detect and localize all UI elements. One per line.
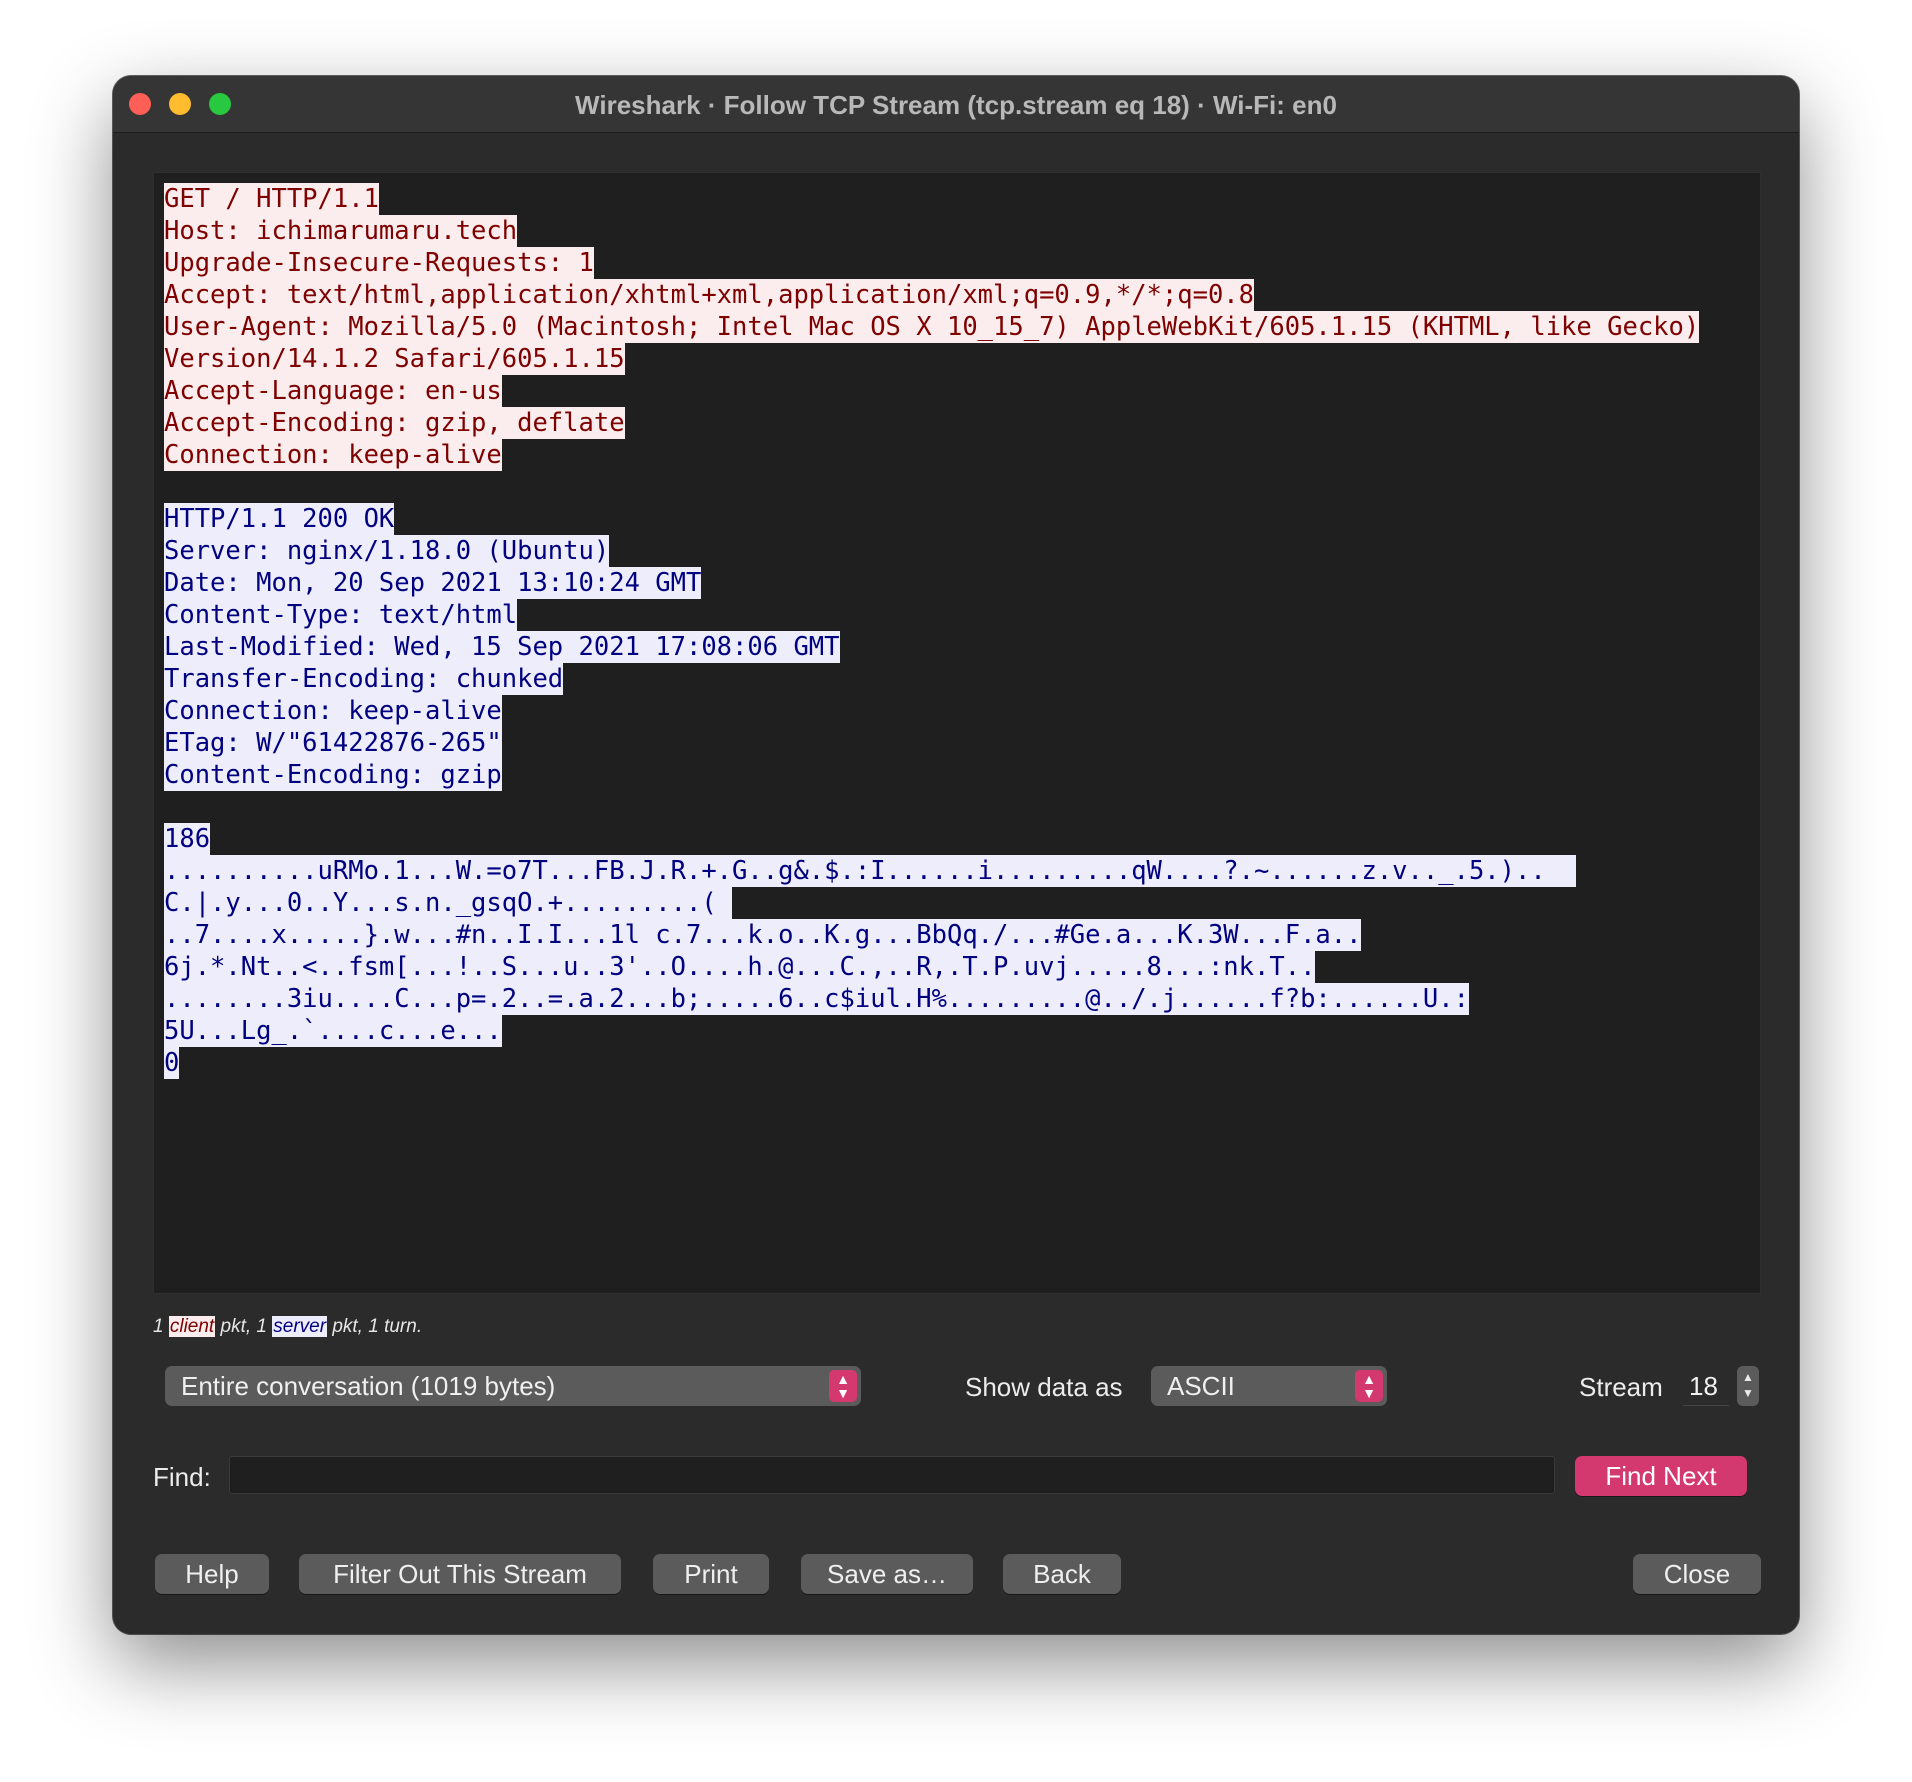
- server-line-text: Date: Mon, 20 Sep 2021 13:10:24 GMT: [164, 567, 702, 599]
- help-button[interactable]: Help: [155, 1554, 269, 1594]
- filter-out-stream-button[interactable]: Filter Out This Stream: [299, 1554, 621, 1594]
- conversation-select-value: Entire conversation (1019 bytes): [181, 1371, 556, 1401]
- client-line: Upgrade-Insecure-Requests: 1: [164, 247, 1760, 279]
- server-line-text: ........3iu....C...p=.2..=.a.2...b;.....…: [164, 983, 1469, 1015]
- stream-content-view[interactable]: GET / HTTP/1.1 Host: ichimarumaru.tech Upg…: [153, 172, 1761, 1294]
- client-line: Accept-Language: en-us: [164, 375, 1760, 407]
- client-line-text: GET / HTTP/1.1: [164, 183, 379, 215]
- server-line-text: Content-Type: text/html: [164, 599, 518, 631]
- stepper-arrows-icon[interactable]: ▲ ▼: [1737, 1366, 1759, 1406]
- stream-stats: 1 client pkt, 1 server pkt, 1 turn.: [153, 1316, 422, 1338]
- stream-number-value[interactable]: 18: [1683, 1366, 1729, 1406]
- window-title: Wireshark · Follow TCP Stream (tcp.strea…: [575, 90, 1337, 120]
- server-line: 0: [164, 1047, 1760, 1079]
- server-line: HTTP/1.1 200 OK: [164, 503, 1760, 535]
- client-line-text: Accept: text/html,application/xhtml+xml,…: [164, 279, 1255, 311]
- server-line: ........3iu....C...p=.2..=.a.2...b;.....…: [164, 983, 1760, 1015]
- server-line-text: 5U...Lg_.`....c...e...: [164, 1015, 502, 1047]
- stream-number-stepper[interactable]: 18 ▲ ▼: [1683, 1366, 1763, 1406]
- save-as-button[interactable]: Save as…: [801, 1554, 973, 1594]
- server-line-text: HTTP/1.1 200 OK: [164, 503, 395, 535]
- server-line-text: ..7....x.....}.w...#n..I.I...1l c.7...k.…: [164, 919, 1362, 951]
- server-line-text: Content-Encoding: gzip: [164, 759, 502, 791]
- data-format-value: ASCII: [1167, 1371, 1235, 1401]
- server-line: C.|.y...0..Y...s.n._gsqO.+.........(: [164, 887, 1760, 919]
- client-line: Connection: keep-alive: [164, 439, 1760, 471]
- server-line: Last-Modified: Wed, 15 Sep 2021 17:08:06…: [164, 631, 1760, 663]
- server-line: Date: Mon, 20 Sep 2021 13:10:24 GMT: [164, 567, 1760, 599]
- find-next-button[interactable]: Find Next: [1575, 1456, 1747, 1496]
- server-line: ..7....x.....}.w...#n..I.I...1l c.7...k.…: [164, 919, 1760, 951]
- server-line: Connection: keep-alive: [164, 695, 1760, 727]
- client-line-text: Accept-Language: en-us: [164, 375, 502, 407]
- server-line-text: Connection: keep-alive: [164, 695, 502, 727]
- stats-prefix: 1: [153, 1316, 169, 1337]
- title-bar: Wireshark · Follow TCP Stream (tcp.strea…: [113, 76, 1799, 133]
- client-line: Accept: text/html,application/xhtml+xml,…: [164, 279, 1760, 311]
- client-line-text: Host: ichimarumaru.tech: [164, 215, 518, 247]
- client-line-text: Connection: keep-alive: [164, 439, 502, 471]
- server-line: Content-Type: text/html: [164, 599, 1760, 631]
- server-line: 186: [164, 823, 1760, 855]
- close-button[interactable]: Close: [1633, 1554, 1761, 1594]
- follow-stream-window: Wireshark · Follow TCP Stream (tcp.strea…: [113, 76, 1799, 1634]
- server-line-text: Last-Modified: Wed, 15 Sep 2021 17:08:06…: [164, 631, 840, 663]
- find-label: Find:: [153, 1462, 211, 1492]
- server-line-text: ETag: W/"61422876-265": [164, 727, 502, 759]
- chevron-updown-icon: ▲ ▼: [1355, 1370, 1383, 1402]
- server-line-text: 6j.*.Nt..<..fsm[...!..S...u..3'..O....h.…: [164, 951, 1316, 983]
- server-line-text: Transfer-Encoding: chunked: [164, 663, 564, 695]
- client-line-text: Upgrade-Insecure-Requests: 1: [164, 247, 594, 279]
- client-line: Version/14.1.2 Safari/605.1.15: [164, 343, 1760, 375]
- server-line-text: C.|.y...0..Y...s.n._gsqO.+.........(: [164, 887, 733, 919]
- stats-suffix: pkt, 1 turn.: [327, 1316, 423, 1337]
- server-line: 5U...Lg_.`....c...e...: [164, 1015, 1760, 1047]
- print-button[interactable]: Print: [653, 1554, 769, 1594]
- client-line: Host: ichimarumaru.tech: [164, 215, 1760, 247]
- find-input[interactable]: [229, 1456, 1555, 1494]
- chevron-updown-icon: ▲ ▼: [829, 1370, 857, 1402]
- client-line-text: Accept-Encoding: gzip, deflate: [164, 407, 625, 439]
- server-line: ETag: W/"61422876-265": [164, 727, 1760, 759]
- stream-label: Stream: [1579, 1372, 1663, 1402]
- conversation-select[interactable]: Entire conversation (1019 bytes) ▲ ▼: [165, 1366, 861, 1406]
- server-line: 6j.*.Nt..<..fsm[...!..S...u..3'..O....h.…: [164, 951, 1760, 983]
- back-button[interactable]: Back: [1003, 1554, 1121, 1594]
- server-line: Server: nginx/1.18.0 (Ubuntu): [164, 535, 1760, 567]
- server-line-text: 186: [164, 823, 211, 855]
- server-line-text: Server: nginx/1.18.0 (Ubuntu): [164, 535, 610, 567]
- server-line: Transfer-Encoding: chunked: [164, 663, 1760, 695]
- server-line-text: 0: [164, 1047, 180, 1079]
- client-line: GET / HTTP/1.1: [164, 183, 1760, 215]
- client-line-text: User-Agent: Mozilla/5.0 (Macintosh; Inte…: [164, 311, 1700, 343]
- client-line: Accept-Encoding: gzip, deflate: [164, 407, 1760, 439]
- show-data-label: Show data as: [965, 1372, 1123, 1402]
- stats-mid: pkt, 1: [215, 1316, 273, 1337]
- server-tag: server: [272, 1316, 328, 1337]
- data-format-select[interactable]: ASCII ▲ ▼: [1151, 1366, 1387, 1406]
- client-line: User-Agent: Mozilla/5.0 (Macintosh; Inte…: [164, 311, 1760, 343]
- client-tag: client: [168, 1316, 216, 1337]
- server-line-text: ..........uRMo.1...W.=o7T...FB.J.R.+.G..…: [164, 855, 1577, 887]
- client-line-text: Version/14.1.2 Safari/605.1.15: [164, 343, 625, 375]
- server-line: ..........uRMo.1...W.=o7T...FB.J.R.+.G..…: [164, 855, 1760, 887]
- server-line: Content-Encoding: gzip: [164, 759, 1760, 791]
